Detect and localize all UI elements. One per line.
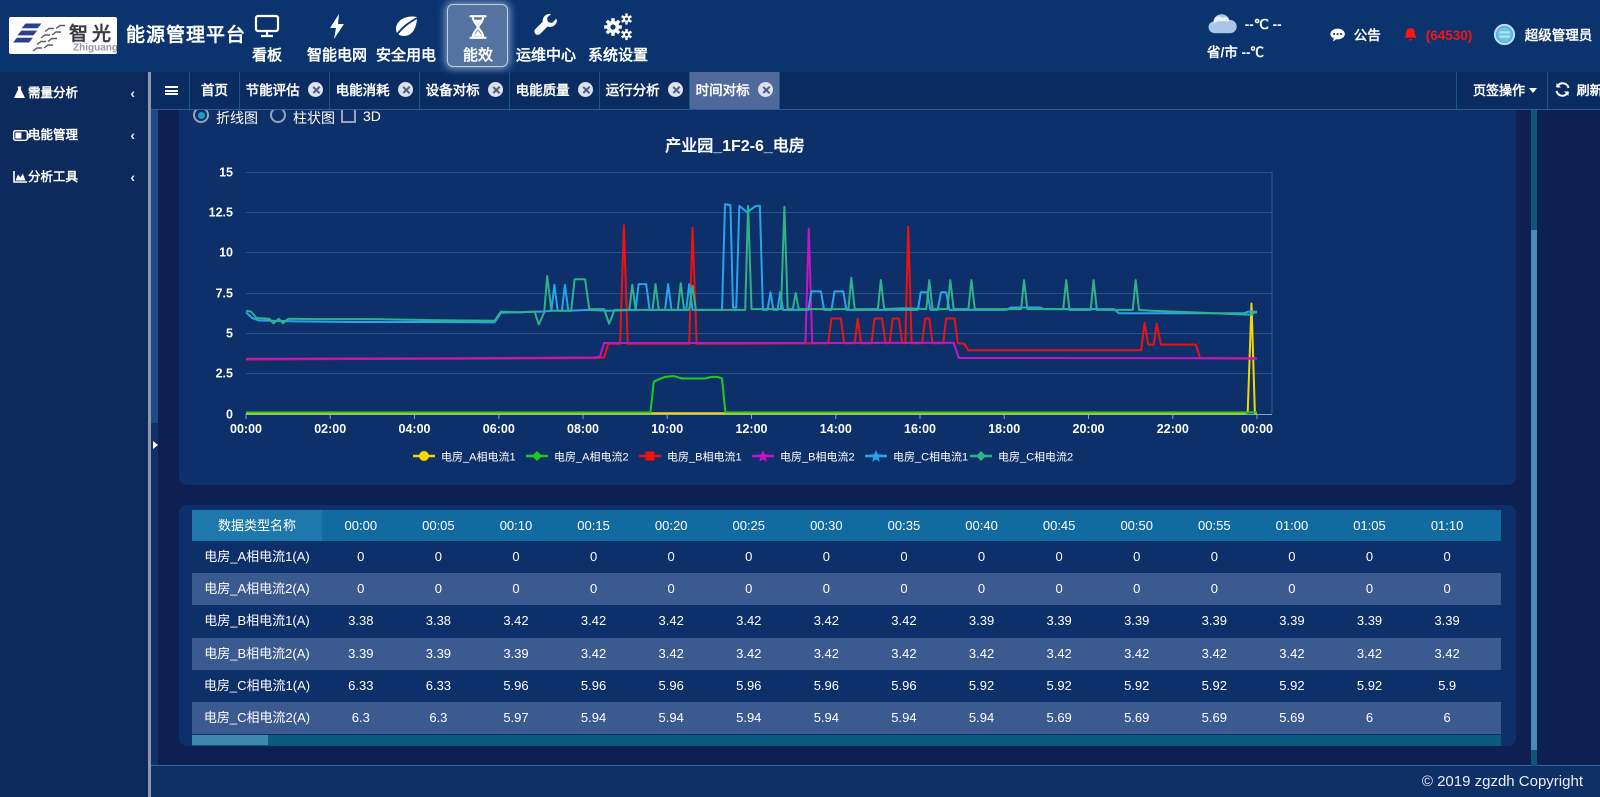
svg-text:12.5: 12.5: [209, 206, 233, 220]
svg-text:02:00: 02:00: [314, 422, 346, 436]
svg-text:电房_B相电流1: 电房_B相电流1: [667, 450, 742, 464]
svg-text:电房_A相电流1: 电房_A相电流1: [441, 450, 516, 464]
svg-text:15: 15: [219, 166, 233, 180]
svg-text:14:00: 14:00: [820, 422, 852, 436]
svg-text:电房_B相电流2: 电房_B相电流2: [780, 450, 855, 464]
svg-text:08:00: 08:00: [567, 422, 599, 436]
svg-text:20:00: 20:00: [1073, 422, 1105, 436]
svg-text:06:00: 06:00: [483, 422, 515, 436]
svg-text:电房_C相电流1: 电房_C相电流1: [893, 450, 968, 464]
svg-text:电房_C相电流2: 电房_C相电流2: [998, 450, 1073, 464]
svg-text:22:00: 22:00: [1157, 422, 1189, 436]
svg-text:18:00: 18:00: [988, 422, 1020, 436]
svg-text:00:00: 00:00: [230, 422, 262, 436]
svg-text:16:00: 16:00: [904, 422, 936, 436]
svg-text:2.5: 2.5: [216, 367, 233, 381]
svg-text:10:00: 10:00: [651, 422, 683, 436]
svg-text:12:00: 12:00: [736, 422, 768, 436]
svg-text:10: 10: [219, 246, 233, 260]
svg-text:04:00: 04:00: [399, 422, 431, 436]
svg-text:0: 0: [226, 408, 233, 422]
svg-text:电房_A相电流2: 电房_A相电流2: [554, 450, 629, 464]
svg-text:Zhiguang: Zhiguang: [73, 43, 117, 54]
svg-text:00:00: 00:00: [1241, 422, 1273, 436]
svg-text:7.5: 7.5: [216, 287, 233, 301]
svg-text:5: 5: [226, 327, 233, 341]
